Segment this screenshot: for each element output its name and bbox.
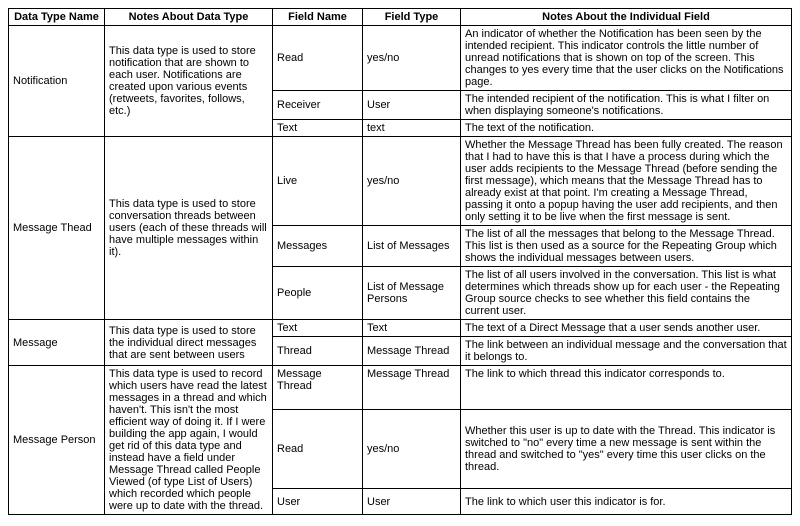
field-notes: The intended recipient of the notificati… [461,91,792,120]
field-name: Receiver [273,91,363,120]
field-name: Messages [273,226,363,267]
field-type: Message Thread [363,366,461,410]
dt-name: Message Thead [9,137,105,320]
field-notes: The list of all the messages that belong… [461,226,792,267]
field-notes: Whether this user is up to date with the… [461,409,792,489]
field-type: User [363,489,461,515]
field-type: User [363,91,461,120]
field-name: Read [273,26,363,91]
field-name: Text [273,320,363,337]
col-field-type: Field Type [363,9,461,26]
field-notes: The link between an individual message a… [461,337,792,366]
field-notes: The link to which user this indicator is… [461,489,792,515]
field-notes: The link to which thread this indicator … [461,366,792,410]
field-name: Live [273,137,363,226]
header-row: Data Type Name Notes About Data Type Fie… [9,9,792,26]
field-name: Message Thread [273,366,363,410]
field-type: List of Message Persons [363,267,461,320]
table-row: Message This data type is used to store … [9,320,792,337]
dt-notes: This data type is used to store notifica… [105,26,273,137]
field-type: Text [363,320,461,337]
field-notes: Whether the Message Thread has been full… [461,137,792,226]
field-notes: The text of the notification. [461,120,792,137]
field-notes: The list of all users involved in the co… [461,267,792,320]
field-name: User [273,489,363,515]
field-type: text [363,120,461,137]
field-name: People [273,267,363,320]
field-type: List of Messages [363,226,461,267]
field-name: Read [273,409,363,489]
field-name: Text [273,120,363,137]
dt-notes: This data type is used to store conversa… [105,137,273,320]
table-row: Notification This data type is used to s… [9,26,792,91]
col-data-type-notes: Notes About Data Type [105,9,273,26]
field-type: yes/no [363,26,461,91]
field-type: yes/no [363,137,461,226]
col-field-name: Field Name [273,9,363,26]
dt-notes: This data type is used to store the indi… [105,320,273,366]
col-data-type-name: Data Type Name [9,9,105,26]
dt-name: Message Person [9,366,105,515]
table-row: Message Person This data type is used to… [9,366,792,410]
col-field-notes: Notes About the Individual Field [461,9,792,26]
field-name: Thread [273,337,363,366]
field-notes: An indicator of whether the Notification… [461,26,792,91]
field-type: Message Thread [363,337,461,366]
dt-name: Notification [9,26,105,137]
data-dictionary-table: Data Type Name Notes About Data Type Fie… [8,8,792,515]
dt-name: Message [9,320,105,366]
table-row: Message Thead This data type is used to … [9,137,792,226]
dt-notes: This data type is used to record which u… [105,366,273,515]
field-type: yes/no [363,409,461,489]
field-notes: The text of a Direct Message that a user… [461,320,792,337]
